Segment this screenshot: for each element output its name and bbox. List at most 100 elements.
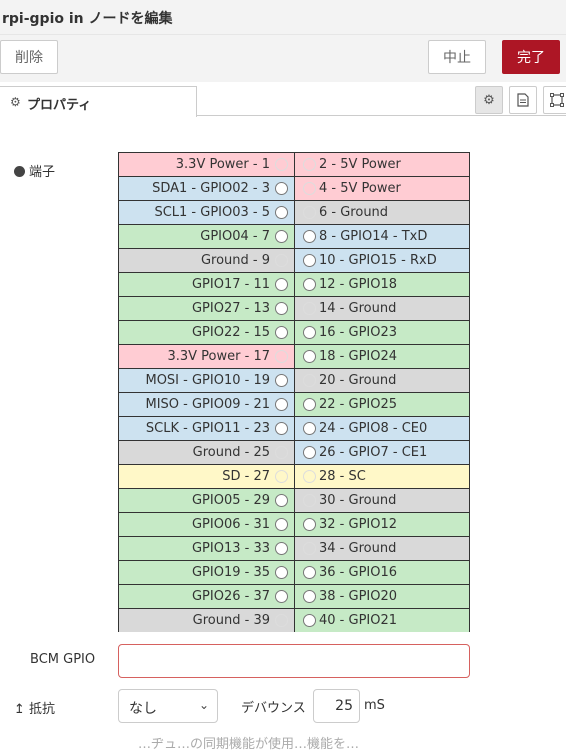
- pin-radio[interactable]: [303, 566, 316, 579]
- pin-right-6: 6 - Ground: [295, 201, 469, 224]
- bcm-gpio-label: BCM GPIO: [30, 652, 96, 667]
- pin-left-17: 3.3V Power - 17: [119, 345, 294, 368]
- pin-left-11[interactable]: GPIO17 - 11: [119, 273, 294, 296]
- pin-radio[interactable]: [275, 590, 288, 603]
- pin-left-19[interactable]: MOSI - GPIO10 - 19: [119, 369, 294, 392]
- pin-left-35[interactable]: GPIO19 - 35: [119, 561, 294, 584]
- pin-label: Ground - 39: [192, 613, 270, 628]
- pin-label: 32 - GPIO12: [319, 517, 398, 532]
- description-button[interactable]: [509, 86, 537, 114]
- pin-right-16[interactable]: 16 - GPIO23: [295, 321, 469, 344]
- pin-radio[interactable]: [303, 590, 316, 603]
- pin-radio[interactable]: [275, 566, 288, 579]
- pin-right-24[interactable]: 24 - GPIO8 - CE0: [295, 417, 469, 440]
- pin-right-14: 14 - Ground: [295, 297, 469, 320]
- pin-radio[interactable]: [275, 206, 288, 219]
- pin-right-2: 2 - 5V Power: [295, 153, 469, 176]
- pin-radio[interactable]: [275, 518, 288, 531]
- pin-right-10[interactable]: 10 - GPIO15 - RxD: [295, 249, 469, 272]
- pin-radio[interactable]: [303, 398, 316, 411]
- pin-radio[interactable]: [275, 374, 288, 387]
- pin-radio[interactable]: [303, 614, 316, 627]
- pin-radio[interactable]: [303, 326, 316, 339]
- pin-radio[interactable]: [275, 230, 288, 243]
- pin-radio[interactable]: [303, 350, 316, 363]
- pin-radio[interactable]: [303, 518, 316, 531]
- pin-right-34: 34 - Ground: [295, 537, 469, 560]
- pin-label: GPIO26 - 37: [191, 589, 270, 604]
- pin-label: 3.3V Power - 17: [167, 349, 270, 364]
- cut-off-text: …ヂュ…の同期機能が使用…機能を…: [138, 737, 360, 752]
- delete-button[interactable]: 削除: [0, 40, 58, 74]
- title-bar: rpi-gpio in ノードを編集: [0, 0, 566, 34]
- pin-right-12[interactable]: 12 - GPIO18: [295, 273, 469, 296]
- pin-label: GPIO13 - 33: [191, 541, 270, 556]
- bcm-gpio-input[interactable]: [118, 644, 470, 678]
- pin-label: 10 - GPIO15 - RxD: [319, 253, 437, 268]
- pin-label: GPIO27 - 13: [191, 301, 270, 316]
- gear-icon: ⚙: [483, 92, 495, 108]
- pin-label: Ground - 9: [200, 253, 270, 268]
- pin-right-36[interactable]: 36 - GPIO16: [295, 561, 469, 584]
- pin-right-22[interactable]: 22 - GPIO25: [295, 393, 469, 416]
- pin-radio[interactable]: [303, 254, 316, 267]
- pin-left-7[interactable]: GPIO04 - 7: [119, 225, 294, 248]
- pin-left-23[interactable]: SCLK - GPIO11 - 23: [119, 417, 294, 440]
- pin-radio[interactable]: [303, 422, 316, 435]
- pin-right-20: 20 - Ground: [295, 369, 469, 392]
- pin-radio[interactable]: [275, 422, 288, 435]
- pin-radio[interactable]: [275, 398, 288, 411]
- resistor-select[interactable]: なし ⌄: [118, 689, 218, 723]
- pin-dot-icon: [14, 166, 25, 177]
- pin-radio: [303, 182, 316, 195]
- pin-radio[interactable]: [303, 230, 316, 243]
- pin-left-37[interactable]: GPIO26 - 37: [119, 585, 294, 608]
- tab-properties[interactable]: ⚙ プロパティ: [0, 86, 197, 117]
- pin-radio: [275, 446, 288, 459]
- pin-radio: [303, 494, 316, 507]
- pin-radio[interactable]: [275, 278, 288, 291]
- pin-label: GPIO17 - 11: [191, 277, 270, 292]
- pin-left-33[interactable]: GPIO13 - 33: [119, 537, 294, 560]
- pin-right-30: 30 - Ground: [295, 489, 469, 512]
- pin-left-5[interactable]: SCL1 - GPIO03 - 5: [119, 201, 294, 224]
- pin-label: SCLK - GPIO11 - 23: [145, 421, 270, 436]
- pin-left-9: Ground - 9: [119, 249, 294, 272]
- pin-right-8[interactable]: 8 - GPIO14 - TxD: [295, 225, 469, 248]
- pin-right-18[interactable]: 18 - GPIO24: [295, 345, 469, 368]
- pin-right-32[interactable]: 32 - GPIO12: [295, 513, 469, 536]
- debounce-input[interactable]: 25: [313, 689, 360, 723]
- pin-right-38[interactable]: 38 - GPIO20: [295, 585, 469, 608]
- pin-left-15[interactable]: GPIO22 - 15: [119, 321, 294, 344]
- pin-label: 6 - Ground: [319, 205, 389, 220]
- pin-label: GPIO06 - 31: [191, 517, 270, 532]
- pin-label: 40 - GPIO21: [319, 613, 398, 628]
- pin-label: 30 - Ground: [319, 493, 397, 508]
- pin-label: 18 - GPIO24: [319, 349, 398, 364]
- pin-radio[interactable]: [275, 542, 288, 555]
- dialog-title: rpi-gpio in ノードを編集: [2, 11, 173, 27]
- settings-gear-button[interactable]: ⚙: [475, 86, 503, 114]
- pin-label: MISO - GPIO09 - 21: [145, 397, 270, 412]
- pin-radio[interactable]: [275, 182, 288, 195]
- pin-radio[interactable]: [303, 446, 316, 459]
- pin-label: SD - 27: [222, 469, 270, 484]
- pin-radio[interactable]: [303, 278, 316, 291]
- pin-left-3[interactable]: SDA1 - GPIO02 - 3: [119, 177, 294, 200]
- appearance-button[interactable]: [543, 86, 566, 114]
- cancel-button[interactable]: 中止: [428, 40, 486, 74]
- pin-left-13[interactable]: GPIO27 - 13: [119, 297, 294, 320]
- pin-left-31[interactable]: GPIO06 - 31: [119, 513, 294, 536]
- pin-label: 12 - GPIO18: [319, 277, 398, 292]
- pin-label: 24 - GPIO8 - CE0: [319, 421, 428, 436]
- done-button[interactable]: 完了: [502, 40, 560, 74]
- pin-radio[interactable]: [275, 326, 288, 339]
- pin-right-26[interactable]: 26 - GPIO7 - CE1: [295, 441, 469, 464]
- pin-label: 3.3V Power - 1: [175, 157, 270, 172]
- pin-radio[interactable]: [275, 302, 288, 315]
- pin-left-21[interactable]: MISO - GPIO09 - 21: [119, 393, 294, 416]
- pin-right-40[interactable]: 40 - GPIO21: [295, 609, 469, 632]
- pin-label: 14 - Ground: [319, 301, 397, 316]
- pin-left-29[interactable]: GPIO05 - 29: [119, 489, 294, 512]
- pin-radio[interactable]: [275, 494, 288, 507]
